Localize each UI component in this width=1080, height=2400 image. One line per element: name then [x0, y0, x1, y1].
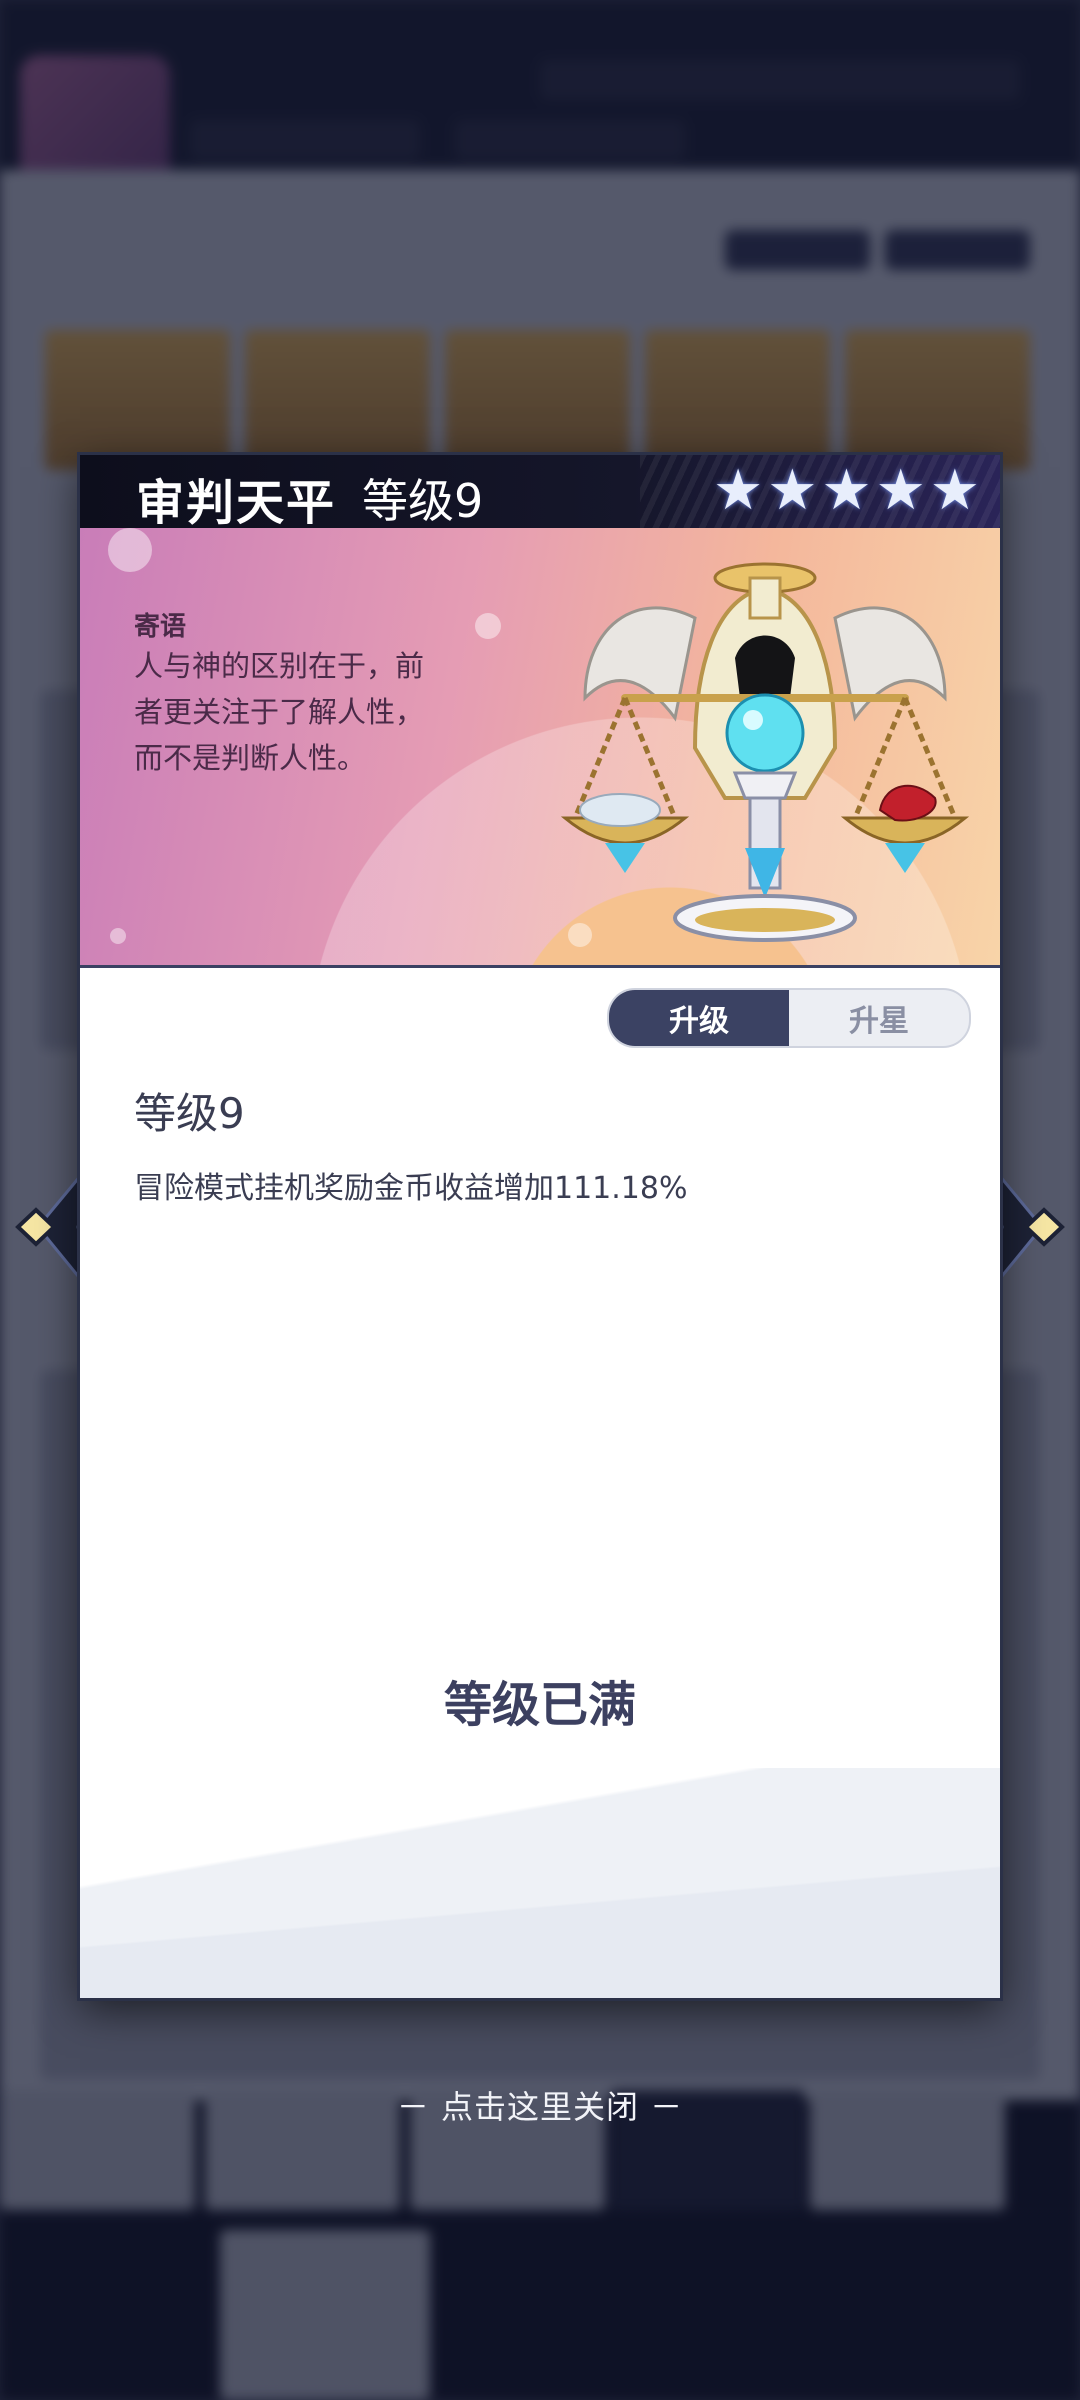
- star-rating: ★ ★ ★ ★ ★: [713, 463, 980, 519]
- relic-level: 等级9: [362, 474, 484, 528]
- motto-line: 者更关注于了解人性，: [134, 695, 425, 729]
- relic-banner: 寄语 人与神的区别在于，前 者更关注于了解人性， 而不是判断人性。: [80, 528, 1000, 965]
- star-icon: ★: [929, 458, 980, 523]
- relic-name: 审判天平: [136, 475, 337, 528]
- star-icon: ★: [712, 458, 764, 523]
- bokeh: [475, 613, 501, 639]
- dialog-header: 审判天平 等级9 ★ ★ ★ ★ ★: [80, 455, 1000, 528]
- star-icon: ★: [821, 458, 872, 523]
- star-icon: ★: [875, 458, 926, 523]
- motto-text: 人与神的区别在于，前 者更关注于了解人性， 而不是判断人性。: [134, 643, 464, 781]
- banner-divider: [80, 965, 1000, 968]
- scales-of-judgment-icon: [560, 562, 970, 942]
- tap-to-close-hint[interactable]: － 点击这里关闭 －: [0, 2082, 1080, 2128]
- max-level-label: 等级已满: [443, 1677, 636, 1733]
- motto-title: 寄语: [134, 612, 187, 642]
- motto-line: 而不是判断人性。: [134, 741, 367, 775]
- motto-line: 人与神的区别在于，前: [134, 649, 425, 683]
- level-heading: 等级9: [134, 1089, 245, 1138]
- tab-star-up[interactable]: 升星: [789, 990, 969, 1046]
- bokeh: [108, 528, 152, 572]
- star-icon: ★: [767, 458, 818, 523]
- level-effect: 冒险模式挂机奖励金币收益增加111.18%: [134, 1171, 688, 1206]
- bokeh: [110, 928, 126, 944]
- upgrade-tab-switch: 升级 升星: [607, 988, 971, 1048]
- relic-detail-dialog: 审判天平 等级9 ★ ★ ★ ★ ★ 寄语 人与神的区别在于，前 者更关注于了解…: [80, 455, 1000, 1998]
- dialog-footer-decoration: [80, 1768, 1000, 1998]
- tab-upgrade[interactable]: 升级: [609, 990, 789, 1046]
